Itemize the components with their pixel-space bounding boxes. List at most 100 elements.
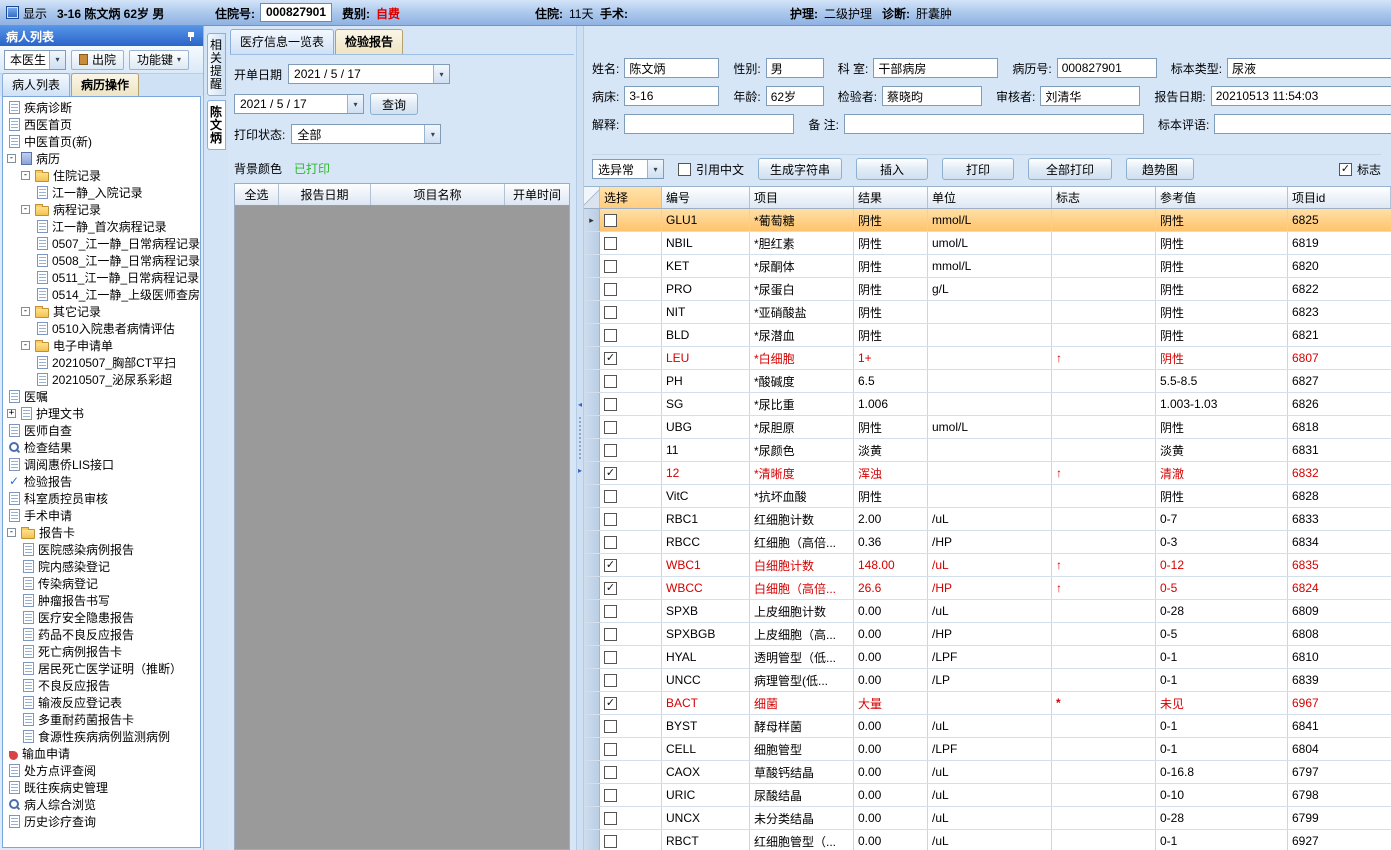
name-field[interactable]: [624, 58, 720, 78]
tab-lab-report[interactable]: 检验报告: [335, 29, 404, 54]
collapse-right-icon[interactable]: ▸: [578, 467, 582, 475]
checkbox-icon[interactable]: [604, 535, 617, 549]
collapse-left-icon[interactable]: ◂: [578, 401, 582, 409]
checkbox-icon[interactable]: [604, 420, 617, 434]
checkbox-icon[interactable]: [604, 305, 617, 319]
col-select-all[interactable]: 全选: [235, 184, 279, 205]
checkbox-checked-icon[interactable]: ✓: [1338, 162, 1352, 176]
function-keys-button[interactable]: 功能键 ▾: [129, 49, 190, 70]
splitter-grip-icon[interactable]: [579, 417, 581, 459]
tree-item[interactable]: 病人综合浏览: [3, 796, 200, 813]
insert-button[interactable]: 插入: [856, 158, 929, 180]
tree-item[interactable]: 检查结果: [3, 439, 200, 456]
lab-row[interactable]: ✓ WBCC 白细胞（高倍... 26.6/HP ↑ 0-5 6824: [584, 577, 1391, 600]
lab-row[interactable]: RBCT 红细胞管型（... 0.00/uL 0-1 6927: [584, 830, 1391, 850]
checkbox-icon[interactable]: [604, 811, 617, 825]
lab-row[interactable]: NBIL *胆红素 阴性 umol/L 阴性 6819: [584, 232, 1391, 255]
checkbox-checked-icon[interactable]: ✓: [604, 351, 617, 365]
checkbox-icon[interactable]: [604, 282, 617, 296]
col-item-id[interactable]: 项目id: [1288, 187, 1391, 208]
tree-item[interactable]: 手术申请: [3, 507, 200, 524]
display-button[interactable]: 显示: [23, 5, 47, 22]
checkbox-icon[interactable]: [604, 719, 617, 733]
col-order-time[interactable]: 开单时间: [505, 184, 569, 205]
lab-row[interactable]: HYAL 透明管型（低... 0.00/LPF 0-1 6810: [584, 646, 1391, 669]
select-all-corner[interactable]: [584, 187, 600, 208]
tab-patient-list[interactable]: 病人列表: [2, 73, 71, 96]
note-field[interactable]: [844, 114, 1145, 134]
tree-item[interactable]: 肿瘤报告书写: [3, 592, 200, 609]
lab-row[interactable]: 11 *尿颜色 淡黄 淡黄 6831: [584, 439, 1391, 462]
col-reference[interactable]: 参考值: [1156, 187, 1288, 208]
panel-splitter[interactable]: ◂ ▸: [576, 26, 584, 850]
tree-item[interactable]: 食源性疾病病例监测病例: [3, 728, 200, 745]
lab-row[interactable]: ▸ GLU1 *葡萄糖 阴性 mmol/L 阴性 6825: [584, 209, 1391, 232]
lab-row[interactable]: UNCX 未分类结晶 0.00/uL 0-28 6799: [584, 807, 1391, 830]
checkbox-icon[interactable]: [604, 489, 617, 503]
lab-row[interactable]: NIT *亚硝酸盐 阴性 阴性 6823: [584, 301, 1391, 324]
checkbox-icon[interactable]: [604, 627, 617, 641]
checkbox-icon[interactable]: [604, 374, 617, 388]
generate-string-button[interactable]: 生成字符串: [758, 158, 843, 180]
lab-row[interactable]: RBCC 红细胞（高倍... 0.36/HP 0-3 6834: [584, 531, 1391, 554]
lab-row[interactable]: PH *酸碱度 6.5 5.5-8.5 6827: [584, 370, 1391, 393]
tree-item[interactable]: 0514_江一静_上级医师查房: [3, 286, 200, 303]
lab-row[interactable]: CAOX 草酸钙结晶 0.00/uL 0-16.8 6797: [584, 761, 1391, 784]
doctor-filter-select[interactable]: 本医生 ▾: [4, 49, 66, 70]
collapse-icon[interactable]: -: [21, 205, 30, 214]
collapse-icon[interactable]: -: [7, 528, 16, 537]
tree-item[interactable]: - 病历: [3, 150, 200, 167]
query-button[interactable]: 查询: [370, 93, 419, 115]
tree-item[interactable]: 中医首页(新): [3, 133, 200, 150]
col-item-name[interactable]: 项目名称: [371, 184, 505, 205]
tree-item[interactable]: 输液反应登记表: [3, 694, 200, 711]
discharge-button[interactable]: 出院: [71, 49, 125, 70]
checkbox-icon[interactable]: [604, 328, 617, 342]
lab-row[interactable]: CELL 细胞管型 0.00/LPF 0-1 6804: [584, 738, 1391, 761]
checkbox-icon[interactable]: [604, 788, 617, 802]
tree-item[interactable]: 不良反应报告: [3, 677, 200, 694]
checkbox-checked-icon[interactable]: ✓: [604, 466, 617, 480]
collapse-icon[interactable]: -: [7, 154, 16, 163]
print-all-button[interactable]: 全部打印: [1028, 158, 1113, 180]
checkbox-icon[interactable]: [604, 443, 617, 457]
checkbox-icon[interactable]: [604, 259, 617, 273]
sex-field[interactable]: [765, 58, 824, 78]
chevron-down-icon[interactable]: ▾: [424, 125, 441, 143]
lab-row[interactable]: UNCC 病理管型(低... 0.00/LP 0-1 6839: [584, 669, 1391, 692]
report-date-field[interactable]: [1210, 86, 1391, 106]
lab-row[interactable]: ✓ LEU *白细胞 1+ ↑ 阴性 6807: [584, 347, 1391, 370]
tree-item[interactable]: 0511_江一静_日常病程记录: [3, 269, 200, 286]
tree-item[interactable]: 医疗安全隐患报告: [3, 609, 200, 626]
lab-row[interactable]: RBC1 红细胞计数 2.00/uL 0-7 6833: [584, 508, 1391, 531]
reviewer-field[interactable]: [1040, 86, 1141, 106]
tab-patient-chenwenbing[interactable]: 陈文炳: [206, 100, 226, 150]
lab-row[interactable]: PRO *尿蛋白 阴性 g/L 阴性 6822: [584, 278, 1391, 301]
tree-item[interactable]: 药品不良反应报告: [3, 626, 200, 643]
date-from-picker[interactable]: 2021 / 5 / 17 ▾: [288, 64, 451, 84]
tree-item[interactable]: 西医首页: [3, 116, 200, 133]
tab-record-operations[interactable]: 病历操作: [71, 73, 140, 96]
lab-row[interactable]: VitC *抗坏血酸 阴性 阴性 6828: [584, 485, 1391, 508]
col-result[interactable]: 结果: [854, 187, 928, 208]
quote-chinese-checkbox[interactable]: 引用中文: [678, 161, 744, 178]
tree-item[interactable]: 医嘱: [3, 388, 200, 405]
checkbox-icon[interactable]: [604, 213, 617, 227]
col-unit[interactable]: 单位: [928, 187, 1052, 208]
col-select[interactable]: 选择: [600, 187, 662, 208]
tree-item[interactable]: 调阅惠侨LIS接口: [3, 456, 200, 473]
tree-item[interactable]: 输血申请: [3, 745, 200, 762]
lab-row[interactable]: URIC 尿酸结晶 0.00/uL 0-10 6798: [584, 784, 1391, 807]
col-flag[interactable]: 标志: [1052, 187, 1156, 208]
checkbox-checked-icon[interactable]: ✓: [604, 581, 617, 595]
col-item[interactable]: 项目: [750, 187, 854, 208]
lab-row[interactable]: ✓ 12 *清晰度 浑浊 ↑ 清澈 6832: [584, 462, 1391, 485]
tree-item[interactable]: 江一静_首次病程记录: [3, 218, 200, 235]
tree-item[interactable]: 20210507_泌尿系彩超: [3, 371, 200, 388]
tree-item[interactable]: 既往疾病史管理: [3, 779, 200, 796]
explain-field[interactable]: [624, 114, 795, 134]
checkbox-icon[interactable]: [604, 236, 617, 250]
lab-row[interactable]: KET *尿酮体 阴性 mmol/L 阴性 6820: [584, 255, 1391, 278]
tree-item[interactable]: - 病程记录: [3, 201, 200, 218]
tree-item[interactable]: - 报告卡: [3, 524, 200, 541]
